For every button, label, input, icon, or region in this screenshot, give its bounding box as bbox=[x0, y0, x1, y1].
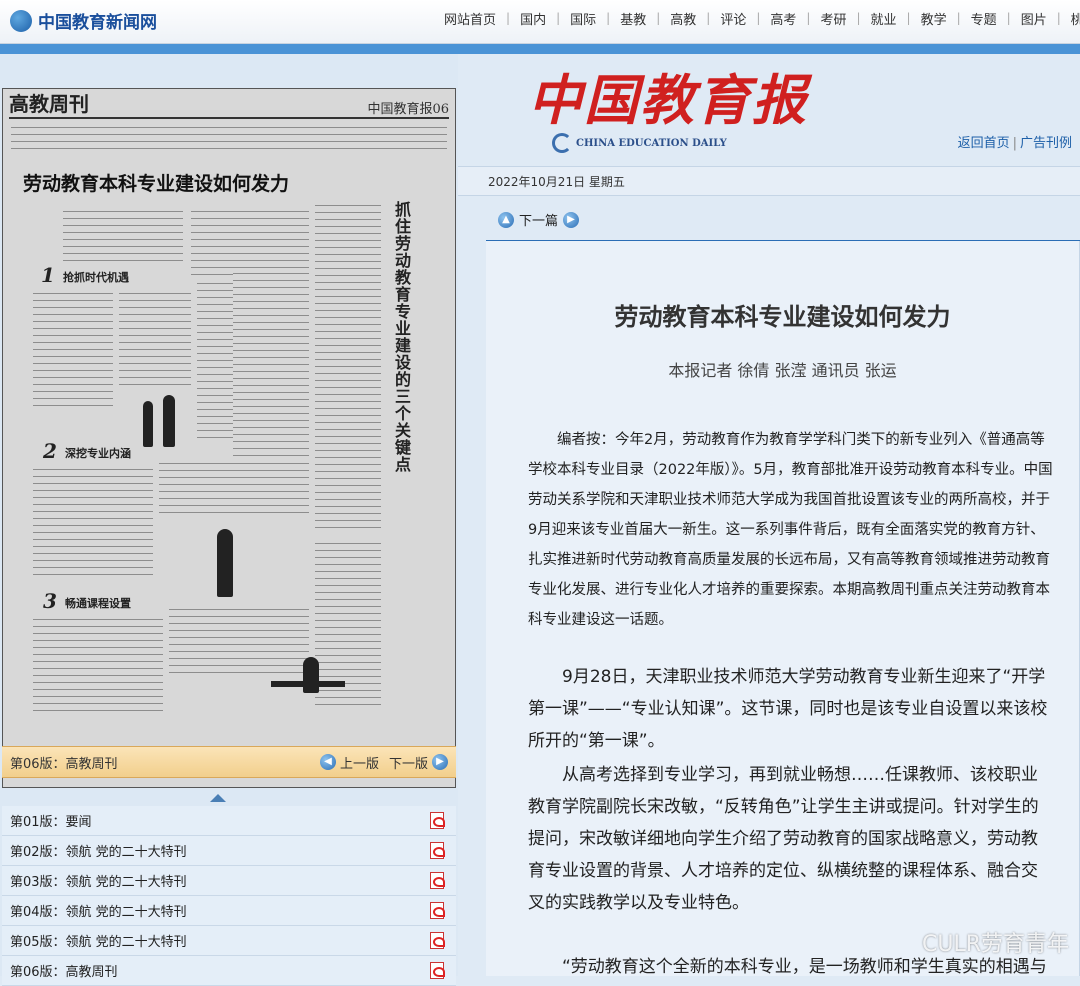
page-list-label[interactable]: 第04版：领航 党的二十大特刊 bbox=[10, 901, 430, 920]
ads-link[interactable]: 广告刊例 bbox=[1020, 136, 1072, 151]
pdf-icon[interactable] bbox=[430, 962, 445, 979]
pdf-icon[interactable] bbox=[430, 812, 445, 829]
link-separator: | bbox=[1012, 136, 1017, 151]
paper-text-block bbox=[119, 289, 191, 389]
article-title: 劳动教育本科专业建设如何发力 bbox=[614, 303, 951, 331]
next-article-right-icon[interactable]: ▶ bbox=[563, 211, 580, 228]
nav-item[interactable]: 国际 bbox=[560, 9, 606, 28]
article-paragraph-1: 9月28日，天津职业技术师范大学劳动教育专业新生迎来了“开学第一课”——“专业认… bbox=[528, 667, 1048, 751]
blue-band bbox=[0, 44, 1080, 54]
site-logo-icon bbox=[10, 9, 32, 32]
paper-vertical-headline: 抓住劳动教育专业建设的三个关键点 bbox=[392, 201, 411, 473]
paper-text-block bbox=[169, 605, 309, 675]
paper-text-block bbox=[11, 123, 447, 151]
nav-item[interactable]: 就业 bbox=[861, 9, 907, 28]
nav-item[interactable]: 评论 bbox=[710, 9, 756, 28]
next-page-icon[interactable]: ▶ bbox=[432, 754, 448, 770]
page-list-item[interactable]: 第05版：领航 党的二十大特刊 bbox=[2, 926, 456, 956]
top-nav-bar: 中国教育新闻网 网站首页 | 国内 | 国际 | 基教 | 高教 | 评论 | 高考 | 考研 | 就业 | 教学 |… bbox=[0, 0, 1080, 44]
next-article-link[interactable]: 下一篇 bbox=[519, 210, 558, 229]
main-nav: 网站首页 | 国内 | 国际 | 基教 | 高教 | 评论 | 高考 | 考研 | 就业 | 教学 | 专题 | 图片 | 桃 bbox=[434, 0, 1080, 36]
site-logo[interactable]: 中国教育新闻网 bbox=[10, 8, 157, 33]
pdf-icon[interactable] bbox=[430, 932, 445, 949]
page-list-label[interactable]: 第05版：领航 党的二十大特刊 bbox=[10, 931, 430, 950]
paper-headline: 劳动教育本科专业建设如何发力 bbox=[23, 173, 290, 195]
globe-logo-icon bbox=[552, 133, 572, 153]
nav-item[interactable]: 高考 bbox=[760, 9, 806, 28]
paper-text-block bbox=[159, 459, 309, 519]
issue-date: 2022年10月21日 星期五 bbox=[488, 175, 625, 189]
pdf-icon[interactable] bbox=[430, 902, 445, 919]
header-links: 返回首页 | 广告刊例 bbox=[958, 132, 1072, 151]
paper-header: 高教周刊 中国教育报06 bbox=[9, 92, 449, 119]
illustration-person bbox=[143, 401, 153, 447]
illustration-person bbox=[163, 395, 175, 447]
paper-section-number: 2 bbox=[43, 439, 57, 463]
prev-page-link[interactable]: 上一版 bbox=[340, 753, 379, 772]
page-list-item[interactable]: 第04版：领航 党的二十大特刊 bbox=[2, 896, 456, 926]
next-article-nav[interactable]: ▲ 下一篇 ▶ bbox=[498, 210, 580, 229]
current-issue-label: 第06版：高教周刊 bbox=[10, 756, 118, 772]
page-list-label[interactable]: 第03版：领航 党的二十大特刊 bbox=[10, 871, 430, 890]
page-list-item[interactable]: 第02版：领航 党的二十大特刊 bbox=[2, 836, 456, 866]
nav-item[interactable]: 教学 bbox=[911, 9, 957, 28]
page-pager: ◀ 上一版 下一版 ▶ bbox=[319, 753, 448, 772]
pdf-icon[interactable] bbox=[430, 842, 445, 859]
page-list-label[interactable]: 第01版：要闻 bbox=[10, 811, 430, 830]
article-byline: 本报记者 徐倩 张滢 通讯员 张运 bbox=[668, 361, 897, 380]
paper-section-title: 高教周刊 bbox=[9, 92, 89, 116]
next-article-left-icon[interactable]: ▲ bbox=[498, 211, 514, 228]
page-list-item[interactable]: 第06版：高教周刊 bbox=[2, 956, 456, 986]
paper-section-number: 3 bbox=[43, 589, 57, 613]
article-paragraph-2: 从高考选择到专业学习，再到就业畅想……任课教师、该校职业教育学院副院长宋改敏，“… bbox=[528, 765, 1039, 913]
paper-page-tag: 中国教育报06 bbox=[367, 102, 449, 117]
home-link[interactable]: 返回首页 bbox=[958, 136, 1010, 151]
nav-item[interactable]: 基教 bbox=[610, 9, 656, 28]
paper-subhead-2: 深挖专业内涵 bbox=[65, 447, 131, 460]
illustration-person bbox=[217, 529, 233, 597]
paper-text-block bbox=[63, 207, 183, 263]
site-logo-text: 中国教育新闻网 bbox=[38, 13, 157, 33]
date-bar: 2022年10月21日 星期五 bbox=[458, 166, 1080, 196]
nav-item[interactable]: 专题 bbox=[961, 9, 1007, 28]
nav-item[interactable]: 图片 bbox=[1011, 9, 1057, 28]
paper-subhead-1: 抢抓时代机遇 bbox=[63, 271, 129, 284]
prev-page-icon[interactable]: ◀ bbox=[319, 754, 336, 770]
paper-text-block bbox=[315, 201, 381, 531]
left-panel: 高教周刊 中国教育报06 劳动教育本科专业建设如何发力 抓住劳动教育专业建设的三… bbox=[0, 54, 458, 986]
paper-text-block bbox=[33, 615, 163, 715]
issue-bar: 第06版：高教周刊 ◀ 上一版 下一版 ▶ bbox=[2, 746, 456, 778]
next-page-link[interactable]: 下一版 bbox=[389, 753, 428, 772]
nav-item[interactable]: 国内 bbox=[510, 9, 556, 28]
page-list: 第01版：要闻 第02版：领航 党的二十大特刊 第03版：领航 党的二十大特刊 第04… bbox=[2, 806, 456, 986]
masthead: 中国教育报 CHINA EDUCATION DAILY bbox=[528, 56, 808, 153]
masthead-title: 中国教育报 bbox=[528, 68, 808, 132]
editor-note: 编者按：今年2月，劳动教育作为教育学学科门类下的新专业列入《普通高等学校本科专业… bbox=[528, 432, 1053, 628]
right-panel: 中国教育报 CHINA EDUCATION DAILY 返回首页 | 广告刊例 20… bbox=[458, 54, 1080, 976]
masthead-english-text: CHINA EDUCATION DAILY bbox=[576, 137, 727, 149]
nav-item[interactable]: 桃 bbox=[1061, 9, 1080, 28]
page-list-item[interactable]: 第03版：领航 党的二十大特刊 bbox=[2, 866, 456, 896]
illustration-person bbox=[303, 657, 319, 693]
nav-item[interactable]: 高教 bbox=[660, 9, 706, 28]
page-list-item[interactable]: 第01版：要闻 bbox=[2, 806, 456, 836]
paper-text-block bbox=[191, 207, 309, 277]
paper-text-block bbox=[33, 289, 113, 407]
paper-section-number: 1 bbox=[41, 263, 55, 287]
page-list-label[interactable]: 第02版：领航 党的二十大特刊 bbox=[10, 841, 430, 860]
newspaper-page-thumbnail[interactable]: 高教周刊 中国教育报06 劳动教育本科专业建设如何发力 抓住劳动教育专业建设的三… bbox=[2, 88, 456, 788]
paper-subhead-3: 畅通课程设置 bbox=[65, 597, 131, 610]
paper-text-block bbox=[33, 465, 153, 579]
pdf-icon[interactable] bbox=[430, 872, 445, 889]
scroll-up-arrow-icon[interactable] bbox=[210, 794, 226, 802]
article-body: 劳动教育本科专业建设如何发力 本报记者 徐倩 张滢 通讯员 张运 编者按：今年2… bbox=[486, 241, 1080, 976]
nav-item[interactable]: 考研 bbox=[810, 9, 856, 28]
page-list-label[interactable]: 第06版：高教周刊 bbox=[10, 961, 430, 980]
nav-item[interactable]: 网站首页 bbox=[434, 9, 506, 28]
masthead-english: CHINA EDUCATION DAILY bbox=[552, 133, 808, 153]
watermark-text: CULR劳育青年 bbox=[921, 932, 1069, 957]
